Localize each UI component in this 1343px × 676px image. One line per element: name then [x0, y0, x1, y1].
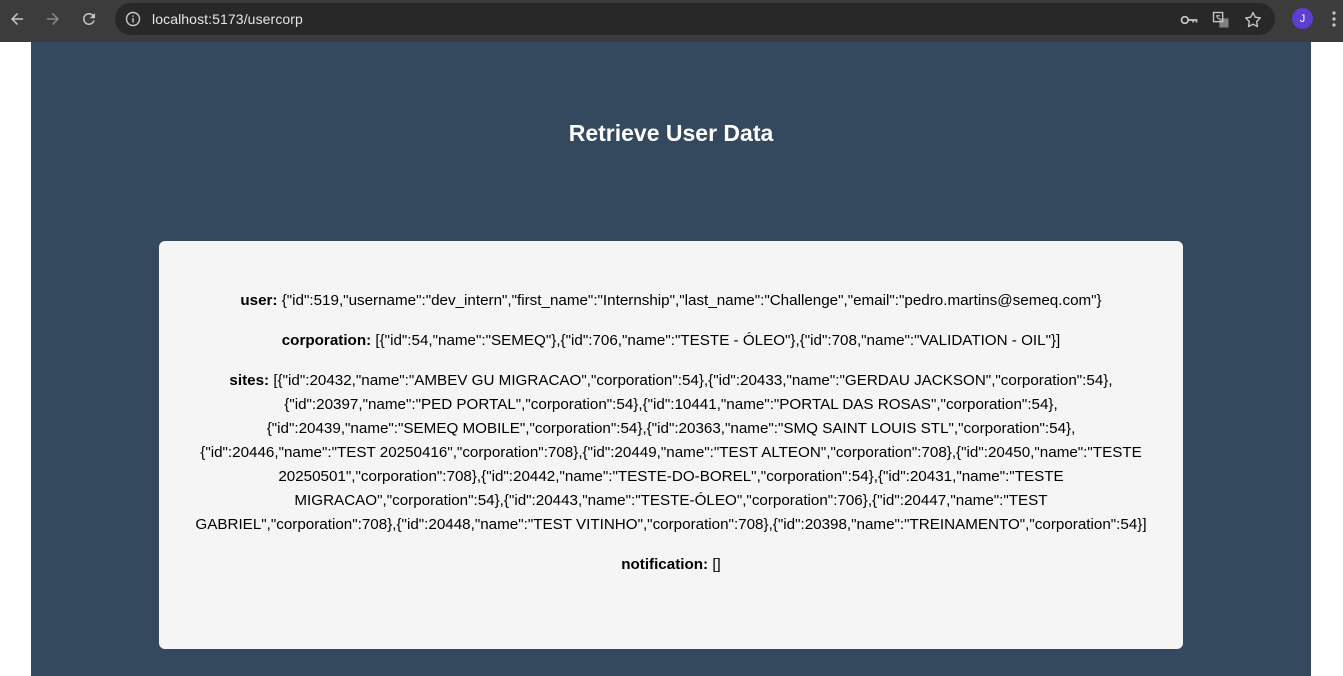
- page-background: Retrieve User Data user: {"id":519,"user…: [31, 42, 1311, 676]
- sites-label: sites:: [229, 372, 270, 389]
- reload-icon[interactable]: [77, 7, 101, 31]
- user-value: {"id":519,"username":"dev_intern","first…: [281, 292, 1102, 309]
- address-bar[interactable]: localhost:5173/usercorp: [115, 3, 1275, 35]
- notification-row: notification: []: [189, 553, 1153, 577]
- corporation-row: corporation: [{"id":54,"name":"SEMEQ"},{…: [189, 329, 1153, 353]
- corporation-value: [{"id":54,"name":"SEMEQ"},{"id":706,"nam…: [375, 332, 1061, 349]
- more-menu-icon[interactable]: [1329, 9, 1339, 29]
- page-title: Retrieve User Data: [568, 120, 774, 146]
- translate-icon[interactable]: [1211, 10, 1231, 30]
- bookmark-star-icon[interactable]: [1243, 10, 1263, 30]
- back-arrow-icon[interactable]: [5, 7, 29, 31]
- forward-arrow-icon[interactable]: [41, 7, 65, 31]
- browser-toolbar: localhost:5173/usercorp J: [0, 0, 1343, 42]
- user-label: user:: [240, 292, 278, 309]
- profile-avatar[interactable]: J: [1292, 8, 1313, 29]
- notification-value: []: [712, 556, 721, 573]
- notification-label: notification:: [621, 556, 709, 573]
- sites-value: [{"id":20432,"name":"AMBEV GU MIGRACAO",…: [195, 372, 1147, 533]
- corporation-label: corporation:: [281, 332, 372, 349]
- key-icon[interactable]: [1179, 10, 1199, 30]
- sites-row: sites: [{"id":20432,"name":"AMBEV GU MIG…: [189, 369, 1153, 537]
- site-info-icon[interactable]: [125, 11, 141, 27]
- user-row: user: {"id":519,"username":"dev_intern",…: [189, 289, 1153, 313]
- user-data-card: user: {"id":519,"username":"dev_intern",…: [159, 241, 1183, 649]
- url-text[interactable]: localhost:5173/usercorp: [152, 11, 303, 27]
